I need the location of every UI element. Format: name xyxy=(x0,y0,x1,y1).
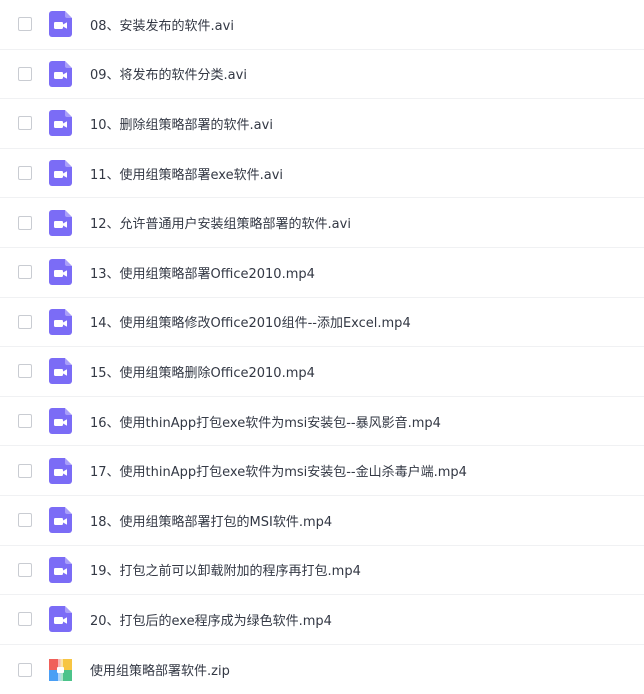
video-file-icon xyxy=(49,11,72,38)
file-name[interactable]: 16、使用thinApp打包exe软件为msi安装包--暴风影音.mp4 xyxy=(90,412,441,431)
file-row[interactable]: 12、允许普通用户安装组策略部署的软件.avi xyxy=(0,198,644,248)
video-file-icon xyxy=(49,408,72,435)
file-name[interactable]: 20、打包后的exe程序成为绿色软件.mp4 xyxy=(90,610,332,629)
file-name[interactable]: 15、使用组策略删除Office2010.mp4 xyxy=(90,362,315,381)
file-name[interactable]: 14、使用组策略修改Office2010组件--添加Excel.mp4 xyxy=(90,312,411,331)
video-file-icon xyxy=(49,308,72,335)
file-name[interactable]: 18、使用组策略部署打包的MSI软件.mp4 xyxy=(90,511,332,530)
video-file-icon xyxy=(49,60,72,87)
file-row[interactable]: 17、使用thinApp打包exe软件为msi安装包--金山杀毒户端.mp4 xyxy=(0,446,644,496)
file-checkbox[interactable] xyxy=(18,562,32,577)
file-checkbox[interactable] xyxy=(18,513,32,528)
file-checkbox[interactable] xyxy=(18,662,32,677)
file-name[interactable]: 13、使用组策略部署Office2010.mp4 xyxy=(90,263,315,282)
file-name[interactable]: 09、将发布的软件分类.avi xyxy=(90,64,247,83)
file-checkbox[interactable] xyxy=(18,463,32,478)
file-list: 08、安装发布的软件.avi 09、将发布的软件分类.avi 10、删除组策略部署的… xyxy=(0,0,644,689)
video-file-icon xyxy=(49,358,72,385)
file-name[interactable]: 08、安装发布的软件.avi xyxy=(90,15,234,34)
file-checkbox[interactable] xyxy=(18,364,32,379)
file-row[interactable]: 10、删除组策略部署的软件.avi xyxy=(0,99,644,149)
file-checkbox[interactable] xyxy=(18,612,32,627)
video-file-icon xyxy=(49,457,72,484)
file-checkbox[interactable] xyxy=(18,166,32,181)
file-row[interactable]: 11、使用组策略部署exe软件.avi xyxy=(0,149,644,199)
file-row[interactable]: 13、使用组策略部署Office2010.mp4 xyxy=(0,248,644,298)
file-checkbox[interactable] xyxy=(18,414,32,429)
video-file-icon xyxy=(49,606,72,633)
file-checkbox[interactable] xyxy=(18,215,32,230)
video-file-icon xyxy=(49,209,72,236)
video-file-icon xyxy=(49,160,72,187)
file-row[interactable]: 20、打包后的exe程序成为绿色软件.mp4 xyxy=(0,595,644,645)
file-row[interactable]: 15、使用组策略删除Office2010.mp4 xyxy=(0,347,644,397)
file-checkbox[interactable] xyxy=(18,17,32,32)
file-name[interactable]: 19、打包之前可以卸载附加的程序再打包.mp4 xyxy=(90,560,361,579)
file-name[interactable]: 12、允许普通用户安装组策略部署的软件.avi xyxy=(90,213,351,232)
video-file-icon xyxy=(49,110,72,137)
video-file-icon xyxy=(49,507,72,534)
file-row[interactable]: 16、使用thinApp打包exe软件为msi安装包--暴风影音.mp4 xyxy=(0,397,644,447)
file-checkbox[interactable] xyxy=(18,314,32,329)
file-checkbox[interactable] xyxy=(18,66,32,81)
video-file-icon xyxy=(49,259,72,286)
zip-file-icon xyxy=(49,657,72,683)
file-row[interactable]: 14、使用组策略修改Office2010组件--添加Excel.mp4 xyxy=(0,298,644,348)
file-name[interactable]: 11、使用组策略部署exe软件.avi xyxy=(90,164,283,183)
file-row[interactable]: 18、使用组策略部署打包的MSI软件.mp4 xyxy=(0,496,644,546)
video-file-icon xyxy=(49,556,72,583)
file-row[interactable]: 09、将发布的软件分类.avi xyxy=(0,50,644,100)
file-row[interactable]: 08、安装发布的软件.avi xyxy=(0,0,644,50)
file-checkbox[interactable] xyxy=(18,265,32,280)
file-name[interactable]: 10、删除组策略部署的软件.avi xyxy=(90,114,273,133)
file-name[interactable]: 17、使用thinApp打包exe软件为msi安装包--金山杀毒户端.mp4 xyxy=(90,461,467,480)
file-row[interactable]: 19、打包之前可以卸载附加的程序再打包.mp4 xyxy=(0,546,644,596)
file-name[interactable]: 使用组策略部署软件.zip xyxy=(90,660,230,679)
file-row[interactable]: 使用组策略部署软件.zip xyxy=(0,645,644,694)
file-checkbox[interactable] xyxy=(18,116,32,131)
